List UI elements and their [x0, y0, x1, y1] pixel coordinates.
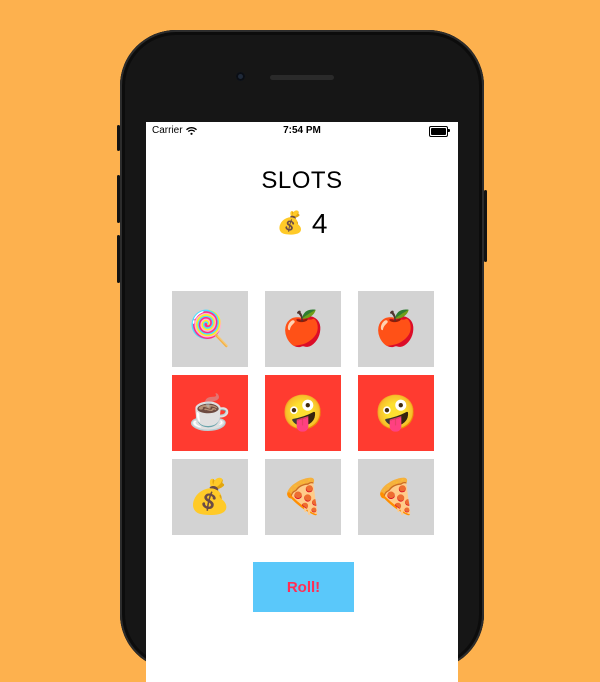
- money-bag-icon: 💰: [276, 211, 304, 236]
- page-title: SLOTS: [261, 167, 343, 194]
- slot-tile: 🍎: [358, 291, 434, 367]
- battery-level: [431, 128, 446, 135]
- roll-button[interactable]: Roll!: [253, 562, 354, 612]
- phone-frame: Carrier 7:54 PM SLOTS 💰 4 🍭 🍎 🍎 ☕ 🤪 🤪 💰 …: [117, 30, 487, 682]
- slot-tile: ☕: [172, 375, 248, 451]
- slot-tile: 🤪: [358, 375, 434, 451]
- slot-tile: 🤪: [265, 375, 341, 451]
- apple-icon: 🍎: [281, 309, 325, 349]
- volume-down-button: [117, 235, 120, 283]
- lollipop-icon: 🍭: [188, 309, 232, 349]
- power-button: [484, 190, 487, 262]
- pizza-icon: 🍕: [374, 477, 418, 517]
- battery-icon: [429, 126, 450, 137]
- apple-icon: 🍎: [374, 309, 418, 349]
- mute-switch: [117, 125, 120, 151]
- slot-tile: 🍎: [265, 291, 341, 367]
- status-time: 7:54 PM: [283, 125, 321, 136]
- slot-grid: 🍭 🍎 🍎 ☕ 🤪 🤪 💰 🍕 🍕: [172, 291, 434, 535]
- volume-up-button: [117, 175, 120, 223]
- slot-tile: 💰: [172, 459, 248, 535]
- earpiece-speaker: [270, 75, 334, 80]
- slot-tile: 🍭: [172, 291, 248, 367]
- app-screen: Carrier 7:54 PM SLOTS 💰 4 🍭 🍎 🍎 ☕ 🤪 🤪 💰 …: [146, 122, 458, 682]
- credits-display: 💰 4: [146, 208, 458, 240]
- zany-face-icon: 🤪: [281, 393, 325, 433]
- zany-face-icon: 🤪: [374, 393, 418, 433]
- coffee-icon: ☕: [188, 393, 232, 433]
- slot-tile: 🍕: [265, 459, 341, 535]
- pizza-icon: 🍕: [281, 477, 325, 517]
- front-camera: [236, 72, 245, 81]
- slot-tile: 🍕: [358, 459, 434, 535]
- credits-count: 4: [311, 208, 328, 239]
- money-bag-icon: 💰: [188, 477, 232, 517]
- status-bar: Carrier 7:54 PM: [146, 122, 458, 140]
